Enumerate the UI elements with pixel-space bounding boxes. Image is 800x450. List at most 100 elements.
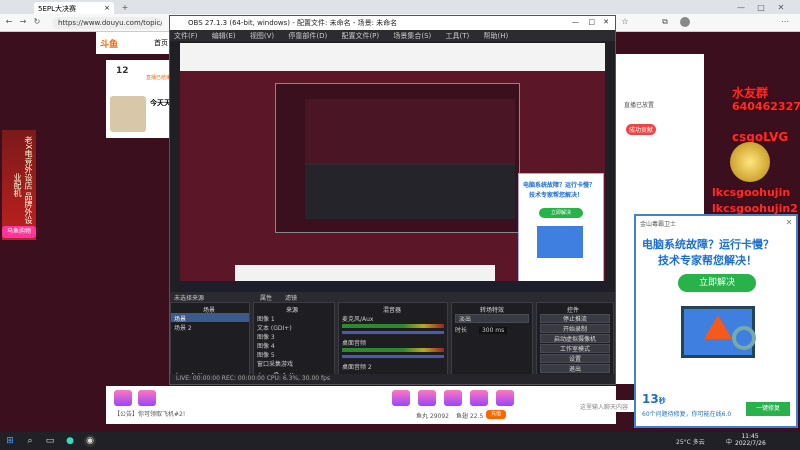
mixer-dock: 混音器 麦克风/Aux 桌面音频 桌面音频 2 (338, 302, 448, 382)
gift-icon[interactable] (392, 390, 410, 406)
filters-button[interactable]: 滤镜 (285, 293, 297, 302)
search-icon[interactable]: ⌕ (24, 435, 36, 447)
tab-close-icon[interactable]: × (104, 4, 110, 12)
menu-view[interactable]: 视图(V) (250, 32, 274, 40)
preview-ad-title: 电脑系统故障？运行卡慢？ (523, 182, 596, 189)
scenes-dock: 场景 场景 场景 2 + − ∧ ∨ (170, 302, 250, 382)
gift-icon[interactable] (418, 390, 436, 406)
overlay-text-group: 水友群 (732, 86, 769, 100)
obs-minimize-icon[interactable]: — (572, 18, 579, 26)
recharge-button[interactable]: 充值 (486, 410, 506, 419)
obs-docks: 未选择来源 属性 滤镜 场景 场景 场景 2 + − ∧ ∨ 来源 图像 1 文… (170, 292, 615, 384)
gift-icon[interactable] (114, 390, 132, 406)
edge-icon[interactable]: ● (64, 435, 76, 447)
menu-edit[interactable]: 编辑(E) (212, 32, 236, 40)
source-item[interactable]: 图像 5 (254, 349, 334, 359)
shop-button[interactable]: 马鱼购物 (2, 226, 36, 238)
panel-badge-2[interactable]: 成功贡献 (626, 124, 657, 135)
ad-popup: 金山毒霸卫士 ✕ 电脑系统故障？运行卡慢？ 技术专家帮您解决！ 立即解决 13秒… (634, 214, 798, 428)
fish-ball-count: 鱼丸 29092 (416, 413, 449, 420)
duration-row: 时长 300 ms (452, 324, 532, 334)
maximize-icon[interactable]: □ (756, 3, 766, 13)
shop-banner[interactable]: 老X电竞外设店 品牌外设 专业配机 (2, 130, 36, 240)
back-icon[interactable]: ← (4, 17, 14, 27)
close-window-icon[interactable]: ✕ (776, 3, 786, 13)
mixer-channel-name: 麦克风/Aux (342, 316, 374, 323)
profile-avatar[interactable] (680, 17, 690, 27)
obs-app-icon[interactable]: ◉ (84, 435, 96, 447)
obs-status-bar: LIVE: 00:00:00 REC: 00:00:00 CPU: 6.3%, … (170, 374, 615, 384)
obs-preview[interactable]: 电脑系统故障？运行卡慢？ 技术专家帮您解决！ 立即解决 (180, 43, 605, 291)
ad-header: 金山毒霸卫士 (640, 221, 677, 228)
scene-item[interactable]: 场景 2 (171, 322, 249, 332)
ad-count-number: 13 (642, 392, 659, 406)
source-item[interactable]: 图像 1 (254, 313, 334, 323)
start-recording-button[interactable]: 开始录制 (540, 324, 610, 333)
weather-status[interactable]: 25°C 多云 (676, 437, 705, 446)
clock-time: 11:45 (741, 433, 759, 440)
streamer-caption: 今天天 (150, 99, 171, 107)
menu-docks[interactable]: 停靠部件(D) (288, 32, 327, 40)
url-field[interactable]: https://www.douyu.com/topic/5EPL2022 (52, 17, 162, 29)
ad-one-click-fix-button[interactable]: 一键修复 (746, 402, 790, 416)
obs-title-bar: OBS 27.1.3 (64-bit, windows) - 配置文件: 未命名… (170, 16, 615, 30)
scene-item[interactable]: 场景 (171, 313, 249, 323)
medal-icon (730, 142, 770, 182)
douyu-logo[interactable]: 斗鱼 (100, 37, 118, 50)
audio-meter (342, 348, 444, 352)
forward-icon[interactable]: → (18, 17, 28, 27)
gift-icon[interactable] (470, 390, 488, 406)
stop-streaming-button[interactable]: 停止推流 (540, 314, 610, 323)
source-item[interactable]: 文本 (GDI+) (254, 322, 334, 332)
minimize-icon[interactable]: — (736, 3, 746, 13)
transitions-dock: 转场特效 淡出 时长 300 ms (451, 302, 533, 382)
tab-title: 5EPL大决赛 (38, 5, 76, 13)
clock-date: 2022/7/26 (735, 440, 766, 447)
windows-start-icon[interactable]: ⊞ (4, 435, 16, 447)
mixer-channel-name: 桌面音频 (342, 340, 367, 347)
virtual-camera-button[interactable]: 启动虚拟摄像机 (540, 334, 610, 343)
douyu-header: 斗鱼 首页 (96, 32, 170, 54)
gift-icon[interactable] (496, 390, 514, 406)
menu-tools[interactable]: 工具(T) (446, 32, 470, 40)
menu-help[interactable]: 帮助(H) (484, 32, 509, 40)
volume-slider[interactable] (342, 331, 444, 334)
obs-title: OBS 27.1.3 (64-bit, windows) - 配置文件: 未命名… (188, 19, 398, 27)
browser-tab[interactable]: 5EPL大决赛 × (34, 2, 114, 14)
sources-dock: 来源 图像 1 文本 (GDI+) 图像 3 图像 4 图像 5 窗口采集游戏 … (253, 302, 335, 382)
menu-profile[interactable]: 配置文件(P) (341, 32, 379, 40)
volume-slider[interactable] (342, 355, 444, 358)
controls-dock: 控件 停止推流 开始录制 启动虚拟摄像机 工作室模式 设置 退出 (536, 302, 614, 382)
task-view-icon[interactable]: ▭ (44, 435, 56, 447)
streamer-avatar[interactable] (110, 96, 146, 132)
gift-icon[interactable] (138, 390, 156, 406)
studio-mode-button[interactable]: 工作室模式 (540, 344, 610, 353)
properties-button[interactable]: 属性 (260, 293, 272, 302)
gift-icon[interactable] (444, 390, 462, 406)
obs-close-icon[interactable]: ✕ (603, 18, 609, 26)
exit-button[interactable]: 退出 (540, 364, 610, 373)
system-clock[interactable]: 11:45 2022/7/26 (735, 433, 766, 447)
menu-file[interactable]: 文件(F) (174, 32, 198, 40)
preview-ad-subtitle: 技术专家帮您解决！ (529, 192, 584, 199)
nav-home[interactable]: 首页 (154, 38, 168, 48)
overlay-text-user1: lkcsgoohujin (712, 186, 791, 199)
collections-icon[interactable]: ⧉ (660, 17, 670, 27)
menu-scene-collection[interactable]: 场景集合(S) (393, 32, 431, 40)
obs-maximize-icon[interactable]: □ (588, 18, 595, 26)
refresh-icon[interactable]: ↻ (32, 17, 42, 27)
language-indicator[interactable]: 中 (726, 437, 732, 446)
source-item[interactable]: 图像 3 (254, 331, 334, 341)
source-item[interactable]: 窗口采集游戏 (254, 358, 334, 368)
new-tab-icon[interactable]: + (120, 3, 130, 13)
favorites-icon[interactable]: ☆ (620, 17, 630, 27)
more-menu-icon[interactable]: ⋯ (780, 17, 790, 27)
duration-input[interactable]: 300 ms (478, 327, 508, 334)
chat-input[interactable]: 这里输入聊天内容 (578, 400, 638, 412)
ad-fix-button[interactable]: 立即解决 (678, 274, 756, 292)
streamer-card: 12 直播已结束 今天天 (106, 60, 172, 138)
transition-select[interactable]: 淡出 (455, 314, 529, 323)
source-item[interactable]: 图像 4 (254, 340, 334, 350)
settings-button[interactable]: 设置 (540, 354, 610, 363)
ad-close-icon[interactable]: ✕ (784, 218, 794, 228)
